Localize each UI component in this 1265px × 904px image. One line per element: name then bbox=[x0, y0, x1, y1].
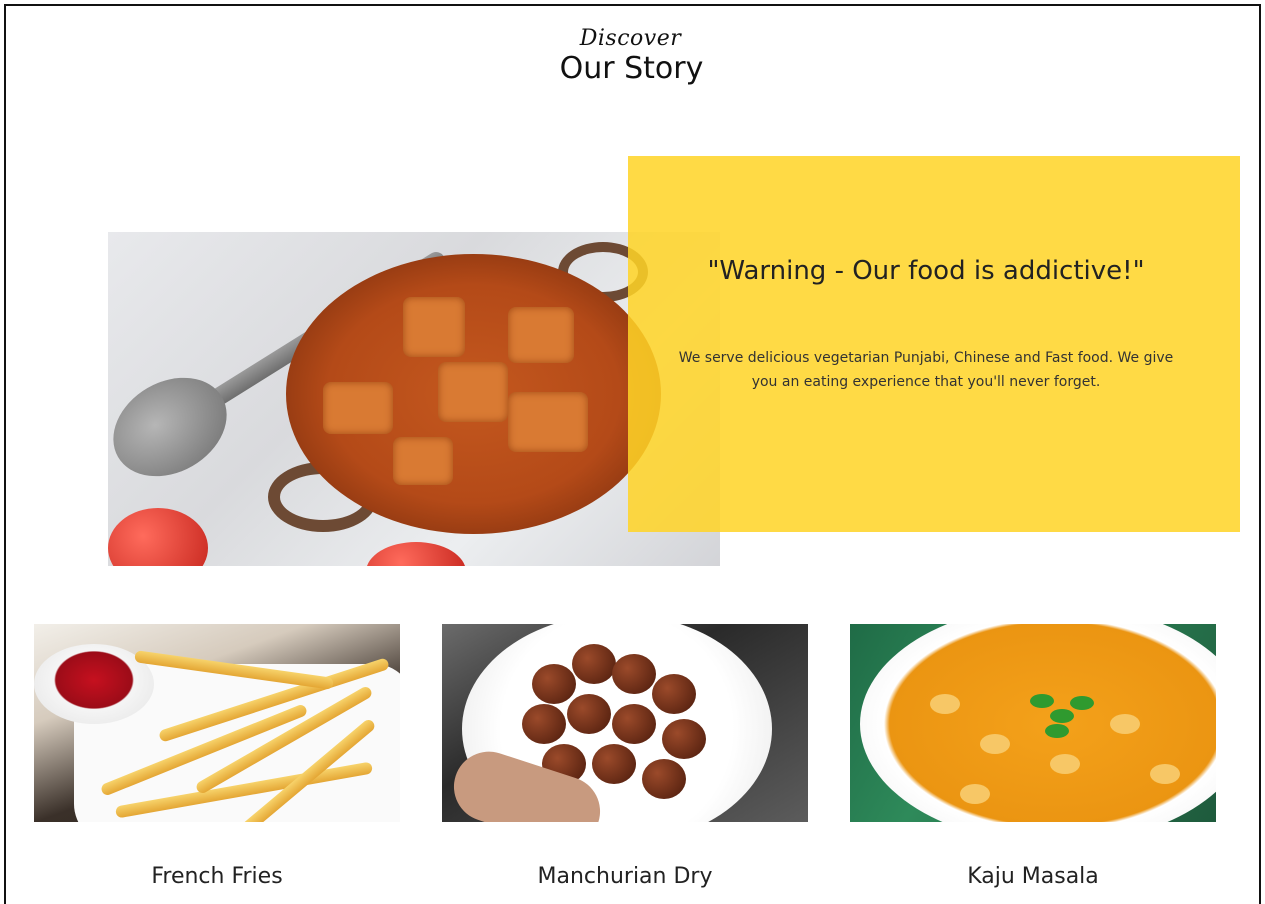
menu-item-label-kaju-masala: Kaju Masala bbox=[967, 864, 1099, 889]
section-header: Discover Our Story bbox=[6, 26, 1263, 86]
menu-item-image-kaju-masala[interactable] bbox=[850, 624, 1216, 822]
menu-item-image-manchurian-dry[interactable] bbox=[442, 624, 808, 822]
page-frame: Discover Our Story "Warning - Our food i… bbox=[4, 4, 1261, 904]
story-quote-title: "Warning - Our food is addictive!" bbox=[707, 256, 1145, 286]
section-subtitle: Discover bbox=[579, 26, 682, 51]
section-title: Our Story bbox=[559, 51, 704, 86]
menu-item-label-french-fries: French Fries bbox=[151, 864, 283, 889]
story-quote-box bbox=[628, 156, 1240, 532]
menu-item-image-french-fries[interactable] bbox=[34, 624, 400, 822]
menu-item-label-manchurian-dry: Manchurian Dry bbox=[537, 864, 713, 889]
story-quote-body: We serve delicious vegetarian Punjabi, C… bbox=[678, 350, 1174, 390]
